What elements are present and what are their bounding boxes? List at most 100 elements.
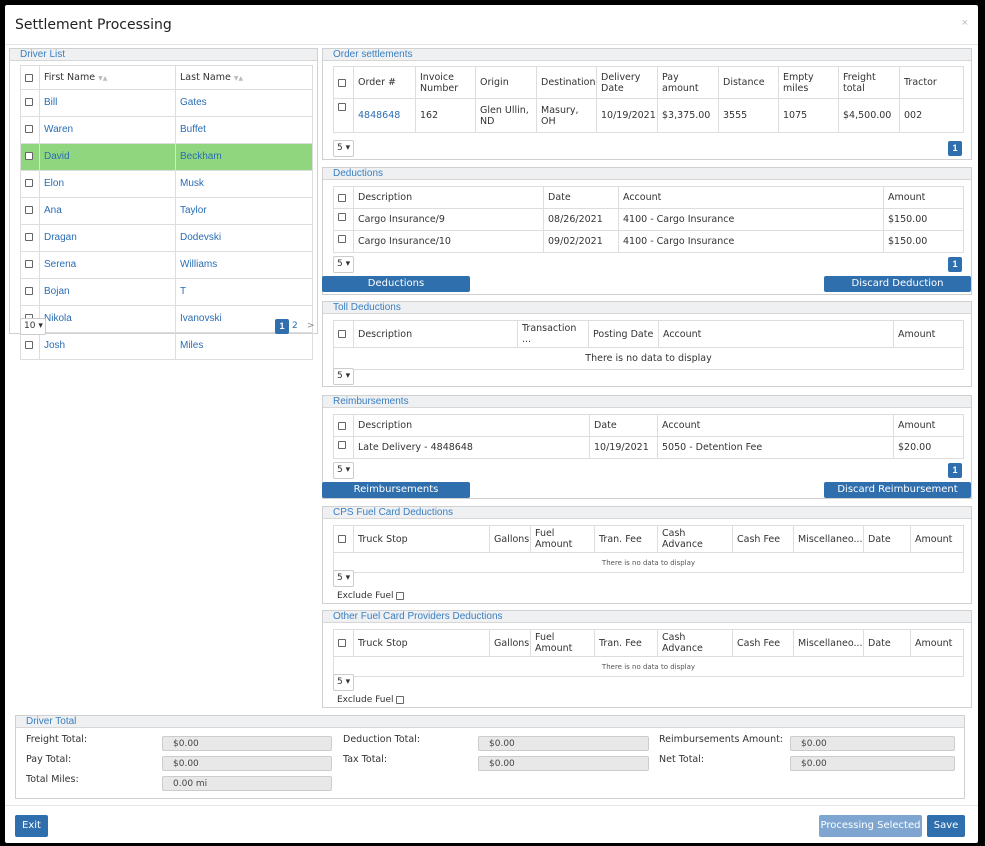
cps-page-size[interactable]: 5 ▾: [333, 570, 354, 587]
orders-select-all-checkbox[interactable]: [333, 66, 354, 99]
other-column-header[interactable]: Cash Fee: [732, 629, 794, 657]
reimbursements-button[interactable]: Reimbursements: [322, 482, 470, 498]
cps-column-header[interactable]: Cash Advance: [657, 525, 733, 553]
driver-last-name-link[interactable]: Williams: [180, 259, 217, 270]
deductions-select-all-checkbox[interactable]: [333, 186, 354, 209]
driver-first-name-link[interactable]: Serena: [44, 259, 76, 270]
driver-row-checkbox[interactable]: [20, 170, 40, 198]
toll-page-size[interactable]: 5 ▾: [333, 368, 354, 385]
cps-exclude-checkbox[interactable]: [396, 591, 405, 600]
other-column-header[interactable]: Fuel Amount: [530, 629, 595, 657]
toll-select-all-checkbox[interactable]: [333, 320, 354, 348]
driver-row-checkbox[interactable]: [20, 116, 40, 144]
driver-last-name-link[interactable]: Musk: [180, 178, 204, 189]
toll-column-header[interactable]: Transaction ...: [517, 320, 589, 348]
driver-last-name-link[interactable]: Gates: [180, 97, 207, 108]
exit-button[interactable]: Exit: [15, 815, 48, 837]
cps-select-all-checkbox[interactable]: [333, 525, 354, 553]
other-column-header[interactable]: Date: [863, 629, 911, 657]
driver-first-name-link[interactable]: Elon: [44, 178, 64, 189]
reimbursements-column-header[interactable]: Account: [657, 414, 894, 437]
driver-page-1[interactable]: 1: [275, 319, 289, 334]
driver-last-name-link[interactable]: Dodevski: [180, 232, 221, 243]
orders-column-header[interactable]: Freight total: [838, 66, 900, 99]
deductions-row[interactable]: Cargo Insurance/10 09/02/2021 4100 - Cargo…: [333, 230, 964, 253]
driver-first-name[interactable]: Dragan: [39, 224, 176, 252]
driver-last-name-link[interactable]: Beckham: [180, 151, 222, 162]
reimbursements-page-1[interactable]: 1: [948, 463, 962, 478]
deductions-button[interactable]: Deductions: [322, 276, 470, 292]
orders-column-header[interactable]: Invoice Number: [415, 66, 476, 99]
orders-row-checkbox[interactable]: [333, 98, 354, 133]
deductions-row[interactable]: Cargo Insurance/9 08/26/2021 4100 - Cargo …: [333, 208, 964, 231]
reimbursements-page-size[interactable]: 5 ▾: [333, 462, 354, 479]
other-exclude-checkbox[interactable]: [396, 695, 405, 704]
toll-column-header[interactable]: Account: [658, 320, 894, 348]
orders-column-header[interactable]: Order #: [353, 66, 416, 99]
driver-row-checkbox[interactable]: [20, 251, 40, 279]
driver-row[interactable]: Bojan T: [20, 278, 313, 306]
driver-first-name[interactable]: Bojan: [39, 278, 176, 306]
other-column-header[interactable]: Gallons: [489, 629, 531, 657]
orders-column-header[interactable]: Pay amount: [657, 66, 719, 99]
driver-row-checkbox[interactable]: [20, 89, 40, 117]
toll-column-header[interactable]: Posting Date: [588, 320, 659, 348]
select-all-checkbox[interactable]: [20, 65, 40, 90]
orders-column-header[interactable]: Destination: [536, 66, 597, 99]
driver-first-name[interactable]: Waren: [39, 116, 176, 144]
deductions-column-header[interactable]: Amount: [883, 186, 964, 209]
driver-first-name[interactable]: Josh: [39, 332, 176, 360]
driver-row[interactable]: Serena Williams: [20, 251, 313, 279]
discard-deduction-button[interactable]: Discard Deduction: [824, 276, 971, 292]
other-column-header[interactable]: Miscellaneo...: [793, 629, 864, 657]
driver-first-name-link[interactable]: Bill: [44, 97, 57, 108]
reimbursements-column-header[interactable]: Description: [353, 414, 590, 437]
processing-selected-button[interactable]: Processing Selected: [819, 815, 922, 837]
orders-row[interactable]: 4848648 162 Glen Ullin, ND Masury, OH 10/19/…: [333, 98, 964, 133]
last-name-header[interactable]: Last Name ▼▲: [175, 65, 313, 90]
reimbursements-column-header[interactable]: Date: [589, 414, 658, 437]
orders-column-header[interactable]: Tractor: [899, 66, 964, 99]
driver-page-size[interactable]: 10 ▾: [20, 318, 46, 335]
driver-row-checkbox[interactable]: [20, 332, 40, 360]
deductions-page-size[interactable]: 5 ▾: [333, 256, 354, 273]
save-button[interactable]: Save: [927, 815, 965, 837]
orders-cell[interactable]: 4848648: [353, 98, 416, 133]
driver-first-name[interactable]: David: [39, 143, 176, 171]
driver-last-name[interactable]: Dodevski: [175, 224, 313, 252]
deductions-column-header[interactable]: Date: [543, 186, 619, 209]
cps-exclude-fuel[interactable]: Exclude Fuel: [337, 591, 405, 601]
driver-first-name[interactable]: Elon: [39, 170, 176, 198]
reimbursements-row-checkbox[interactable]: [333, 436, 354, 459]
deductions-page-1[interactable]: 1: [948, 257, 962, 272]
driver-last-name[interactable]: Taylor: [175, 197, 313, 225]
reimbursements-column-header[interactable]: Amount: [893, 414, 964, 437]
driver-row-checkbox[interactable]: [20, 224, 40, 252]
driver-row[interactable]: Elon Musk: [20, 170, 313, 198]
driver-last-name-link[interactable]: Ivanovski: [180, 313, 222, 324]
orders-column-header[interactable]: Delivery Date: [596, 66, 658, 99]
orders-column-header[interactable]: Origin: [475, 66, 537, 99]
driver-last-name-link[interactable]: Taylor: [180, 205, 207, 216]
toll-column-header[interactable]: Amount: [893, 320, 964, 348]
driver-last-name-link[interactable]: Miles: [180, 340, 203, 351]
driver-row[interactable]: David Beckham: [20, 143, 313, 171]
cps-column-header[interactable]: Miscellaneo...: [793, 525, 864, 553]
driver-first-name-link[interactable]: Waren: [44, 124, 73, 135]
close-icon[interactable]: ×: [962, 17, 968, 29]
orders-page-size[interactable]: 5 ▾: [333, 140, 354, 157]
driver-next-page[interactable]: >: [307, 321, 315, 331]
cps-column-header[interactable]: Truck Stop: [353, 525, 490, 553]
first-name-header[interactable]: First Name ▼▲: [39, 65, 176, 90]
driver-row[interactable]: Bill Gates: [20, 89, 313, 117]
driver-last-name-link[interactable]: Buffet: [180, 124, 206, 135]
other-column-header[interactable]: Cash Advance: [657, 629, 733, 657]
cps-column-header[interactable]: Amount: [910, 525, 964, 553]
driver-first-name-link[interactable]: Ana: [44, 205, 62, 216]
orders-page-1[interactable]: 1: [948, 141, 962, 156]
driver-first-name-link[interactable]: Dragan: [44, 232, 77, 243]
driver-row[interactable]: Nikola Ivanovski: [20, 305, 313, 333]
reimbursements-select-all-checkbox[interactable]: [333, 414, 354, 437]
orders-column-header[interactable]: Empty miles: [778, 66, 839, 99]
driver-last-name[interactable]: Beckham: [175, 143, 313, 171]
